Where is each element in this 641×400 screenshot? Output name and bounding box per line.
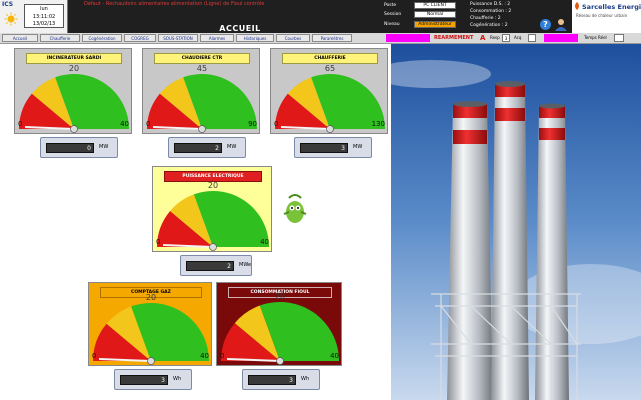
gauge-hub xyxy=(326,125,334,133)
gauge-max-label: 40 xyxy=(330,352,339,360)
gauge-card-incinerateur: INCINERATEUR SARDI 20 0 40 xyxy=(14,48,132,134)
gauge-dial-puissance xyxy=(157,191,269,251)
gauge-min-label: 0 xyxy=(220,352,225,360)
readout-unit: MW xyxy=(353,144,363,150)
gauge-hub xyxy=(198,125,206,133)
temps-reel-field[interactable] xyxy=(614,34,624,42)
nav-parametres[interactable]: Paramètres xyxy=(312,34,352,42)
gauge-hub xyxy=(70,125,78,133)
clock-time: 13:11:02 xyxy=(32,14,56,20)
readout-unit: MW xyxy=(99,144,109,150)
gauge-mid-value: 20 xyxy=(274,292,286,301)
nav-cogeneration[interactable]: Cogénération xyxy=(82,34,122,42)
gauge-min-label: 0 xyxy=(92,352,97,360)
gauge-card-puissance: PUISSANCE ELECTRIQUE 20 0 40 xyxy=(152,166,272,252)
readout-unit: Wh xyxy=(301,376,310,382)
resp-field[interactable]: 3 xyxy=(502,34,510,42)
gauge-mid-value: 45 xyxy=(196,64,208,73)
resp-label: Resp xyxy=(490,35,500,40)
clock-display: lun 13:11:02 13/02/13 xyxy=(24,4,64,28)
readout-chaufferie: 3 MW xyxy=(294,137,372,158)
readout-gaz: 3 Wh xyxy=(114,369,192,390)
brand-subtitle: Réseau de chaleur urbain xyxy=(576,13,628,18)
readout-unit: MW xyxy=(227,144,237,150)
gauge-max-label: 90 xyxy=(248,120,257,128)
nav-historiques[interactable]: Historiques xyxy=(236,34,274,42)
readout-value-field[interactable]: 3 xyxy=(120,375,168,385)
brand-panel: Sarcelles Energie Réseau de chaleur urba… xyxy=(572,0,641,33)
alarm-message[interactable]: Défaut - Rechaudoirs alimentaires alimen… xyxy=(84,1,264,7)
gauge-mid-value: 65 xyxy=(324,64,336,73)
readout-fioul: 3 Wh xyxy=(242,369,320,390)
session-field[interactable]: Normal xyxy=(414,11,456,18)
niveau-field: Administrateur xyxy=(414,21,456,28)
stat-line-3: Chaufferie : 2 xyxy=(470,16,501,21)
clock-date: 13/02/13 xyxy=(32,21,56,27)
readout-value-field[interactable]: 3 xyxy=(248,375,296,385)
readout-unit: Wh xyxy=(173,376,182,382)
nav-alarmes[interactable]: Alarmes xyxy=(200,34,234,42)
logo-panel: ICS lun 13:11:02 13/02/13 xyxy=(0,0,68,33)
gauge-max-label: 130 xyxy=(371,120,385,128)
readout-unit: MWe xyxy=(239,262,252,268)
font-a-icon[interactable]: A xyxy=(480,34,485,42)
ics-logo: ICS xyxy=(2,1,14,8)
brand-name: Sarcelles Energie xyxy=(582,3,641,11)
readout-value-field[interactable]: 0 xyxy=(46,143,94,153)
gauge-mid-value: 20 xyxy=(68,64,80,73)
rearm-button[interactable]: REARMEMENT xyxy=(434,34,473,42)
gauge-card-chaudiere: CHAUDIERE CTR 45 0 90 xyxy=(142,48,260,134)
gauge-mid-value: 20 xyxy=(145,293,157,302)
readout-chaudiere: 2 MW xyxy=(168,137,246,158)
header-bar: ICS lun 13:11:02 13/02/13 Défaut - Recha… xyxy=(0,0,641,33)
energy-mascot-icon xyxy=(283,194,307,223)
readout-puissance: 2 MWe xyxy=(180,255,252,276)
gauge-card-fioul: CONSOMMATION FIOUL 20 0 40 xyxy=(216,282,342,366)
user-icon[interactable] xyxy=(554,18,568,31)
gauge-hub xyxy=(209,243,217,251)
nav-accueil[interactable]: Accueil xyxy=(2,34,38,42)
status-indicator xyxy=(544,34,578,42)
gauge-max-label: 40 xyxy=(200,352,209,360)
poste-field: PC CLIENT xyxy=(414,2,456,9)
temps-reel-label: Temps Réel xyxy=(584,35,607,40)
gauge-mid-value: 20 xyxy=(207,181,219,190)
readout-value-field[interactable]: 2 xyxy=(174,143,222,153)
gauge-min-label: 0 xyxy=(156,238,161,246)
session-label: Session xyxy=(384,12,402,17)
navigation-bar: Accueil Chaufferie Cogénération COGREG S… xyxy=(0,33,641,44)
weather-sun-icon xyxy=(4,12,18,26)
gauge-max-label: 40 xyxy=(120,120,129,128)
clock-day: lun xyxy=(40,6,48,12)
readout-value-field[interactable]: 2 xyxy=(186,261,234,271)
help-icon[interactable]: ? xyxy=(540,19,551,30)
gauge-min-label: 0 xyxy=(146,120,151,128)
stat-line-2: Consommation : 2 xyxy=(470,9,512,14)
readout-value-field[interactable]: 3 xyxy=(300,143,348,153)
gauge-min-label: 0 xyxy=(18,120,23,128)
gauge-dial-chaudiere xyxy=(147,74,257,133)
gauge-max-label: 40 xyxy=(260,238,269,246)
acq-field[interactable] xyxy=(528,34,536,42)
stat-line-4: Cogénération : 2 xyxy=(470,23,508,28)
gauge-dial-incinerateur xyxy=(19,74,130,133)
gauge-card-chaufferie: CHAUFFERIE 65 0 130 xyxy=(270,48,388,134)
acq-label: Acq xyxy=(514,35,522,40)
readout-incinerateur: 0 MW xyxy=(40,137,118,158)
chimneys-photo xyxy=(391,44,641,400)
niveau-label: Niveau xyxy=(384,22,400,27)
nav-sous-station[interactable]: SOUS-STATION xyxy=(158,34,198,42)
gauge-min-label: 0 xyxy=(274,120,279,128)
nav-courbes[interactable]: Courbes xyxy=(276,34,310,42)
gauge-hub xyxy=(276,357,284,365)
nav-cogreg[interactable]: COGREG xyxy=(124,34,156,42)
nav-chaufferie[interactable]: Chaufferie xyxy=(40,34,80,42)
alarm-indicator xyxy=(386,34,430,42)
gauge-hub xyxy=(147,357,155,365)
poste-label: Poste xyxy=(384,3,397,8)
gauge-card-gaz: COMPTAGE GAZ 20 0 40 xyxy=(88,282,212,366)
stat-line-1: Puissance D.S. : 2 xyxy=(470,2,511,7)
brand-flame-icon xyxy=(575,2,579,10)
page-title: ACCUEIL xyxy=(219,24,261,33)
